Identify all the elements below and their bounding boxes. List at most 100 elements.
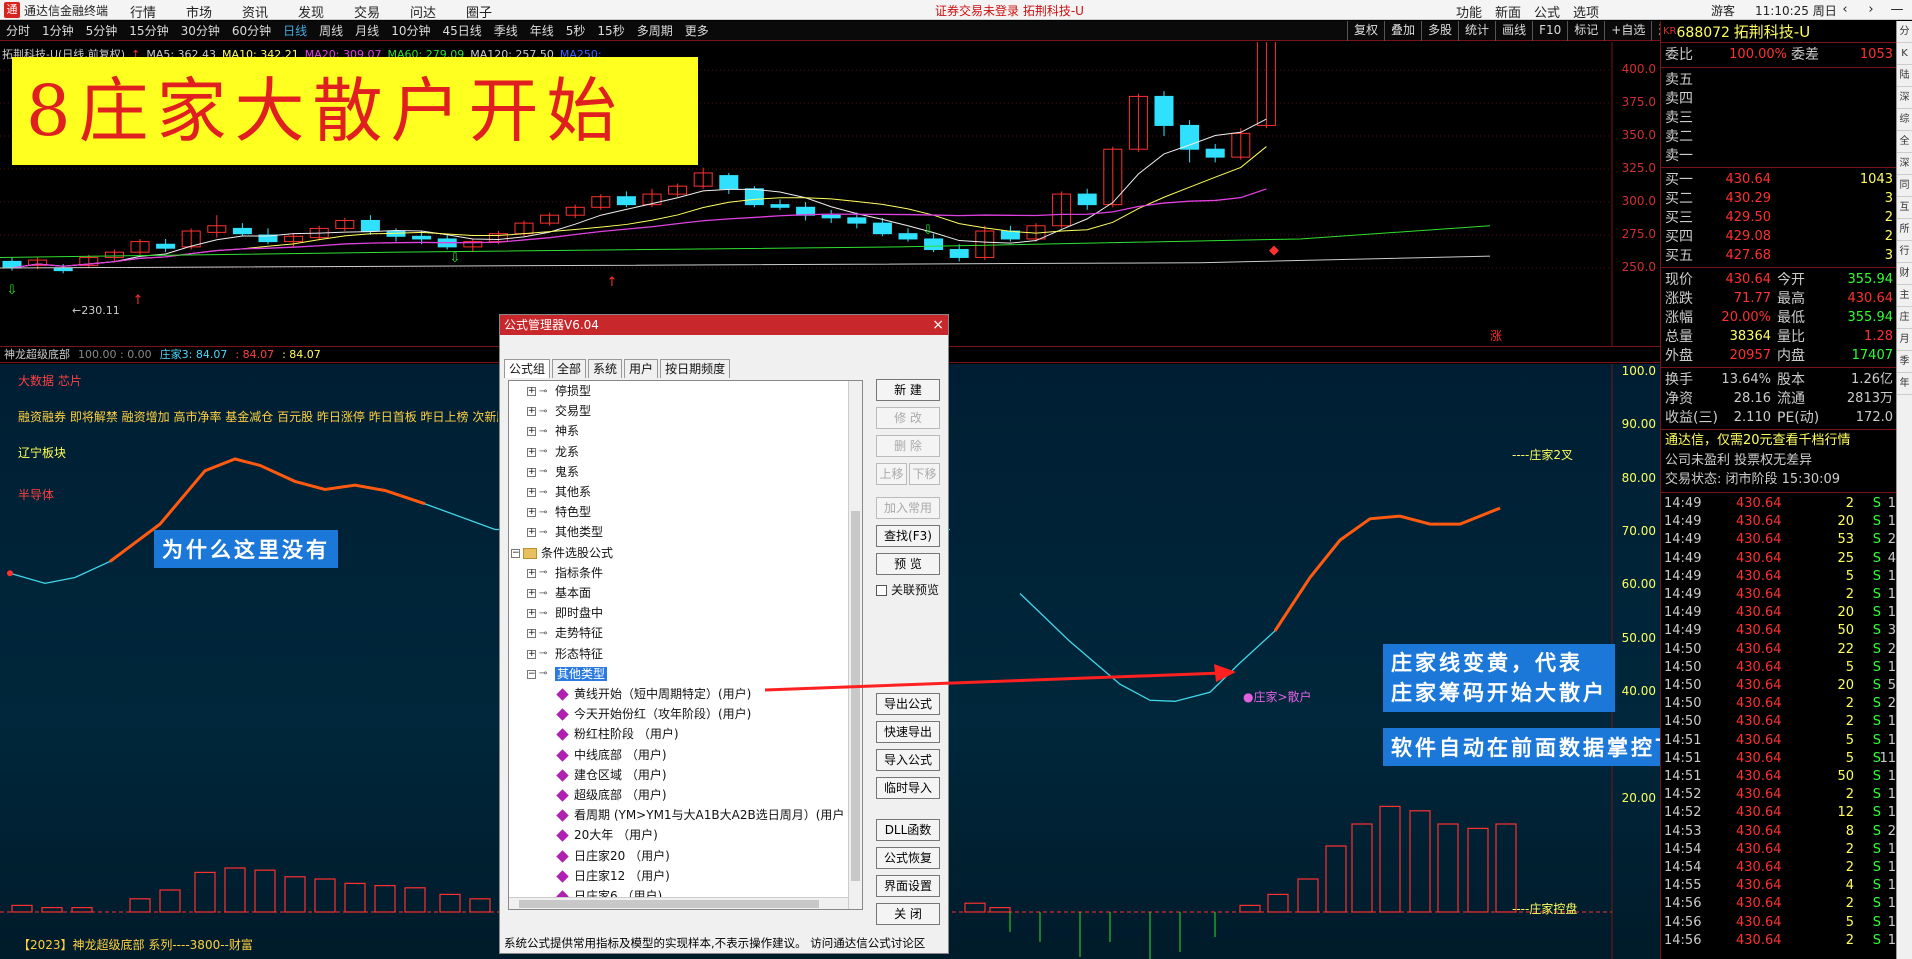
period-tab[interactable]: 45日线 (436, 22, 487, 40)
tree-item[interactable]: + ⊸ 其他类型 (527, 523, 603, 541)
chart-tool-button[interactable]: 统计 (1458, 21, 1495, 41)
dialog-tab[interactable]: 公式组 (504, 359, 551, 378)
sidebar-tab[interactable]: 深 (1897, 87, 1912, 109)
formula-tree[interactable]: + ⊸ 停损型 + ⊸ 交易型 + ⊸ 神系 + ⊸ 龙系 + ⊸ 鬼系 + ⊸ 其他系 + ⊸ 特色型 + ⊸ 其他类型 − 条… (508, 380, 863, 910)
tree-item[interactable]: 黄线开始（短中周期特定）(用户) (556, 685, 751, 703)
menu-item[interactable]: 市场 (186, 2, 242, 21)
tree-item[interactable]: 超级底部 （用户) (556, 786, 667, 804)
sidebar-tab[interactable]: 行 (1897, 241, 1912, 263)
chart-tool-button[interactable]: F10 (1532, 21, 1567, 41)
tree-item[interactable]: + ⊸ 龙系 (527, 443, 579, 461)
period-tab[interactable]: 5分钟 (80, 22, 124, 40)
close-icon[interactable]: × (932, 315, 944, 335)
temp-import-button[interactable]: 临时导入 (876, 777, 940, 799)
chart-tool-button[interactable]: 复权 (1347, 21, 1384, 41)
tree-horizontal-scrollbar[interactable] (509, 897, 848, 909)
period-tab[interactable]: 月线 (349, 22, 385, 40)
move-up-button[interactable]: 上移 (876, 463, 907, 485)
expand-icon[interactable]: + (527, 467, 536, 477)
period-tab[interactable]: 10分钟 (385, 22, 436, 40)
period-tab[interactable]: 周线 (313, 22, 349, 40)
modify-button[interactable]: 修 改 (876, 407, 940, 429)
find-button[interactable]: 查找(F3) (876, 525, 940, 547)
quick-export-button[interactable]: 快速导出 (876, 721, 940, 743)
period-tab[interactable]: 季线 (488, 22, 524, 40)
chart-tool-button[interactable]: 叠加 (1384, 21, 1421, 41)
tree-item[interactable]: + ⊸ 走势特征 (527, 624, 603, 642)
tree-item[interactable]: + ⊸ 其他系 (527, 483, 591, 501)
dialog-tab[interactable]: 用户 (624, 359, 659, 378)
dialog-close-button[interactable]: 关 闭 (876, 903, 940, 925)
new-button[interactable]: 新 建 (876, 379, 940, 401)
add-common-button[interactable]: 加入常用 (876, 497, 940, 519)
chart-tool-button[interactable]: +自选 (1604, 21, 1651, 41)
tree-item[interactable]: + ⊸ 停损型 (527, 382, 591, 400)
period-tab[interactable]: 年线 (524, 22, 560, 40)
promo-link[interactable]: 通达信，仅需20元查看千档行情 (1665, 432, 1851, 450)
tree-item[interactable]: + ⊸ 即时盘中 (527, 604, 603, 622)
tree-item[interactable]: + ⊸ 特色型 (527, 503, 591, 521)
sidebar-tab[interactable]: 互 (1897, 197, 1912, 219)
forward-icon[interactable]: › (1858, 0, 1884, 20)
tree-item[interactable]: + ⊸ 交易型 (527, 402, 591, 420)
chart-tool-button[interactable]: 多股 (1421, 21, 1458, 41)
restore-button[interactable]: 公式恢复 (876, 847, 940, 869)
tree-item[interactable]: 中线底部 （用户) (556, 746, 667, 764)
chart-tool-button[interactable]: 标记 (1567, 21, 1604, 41)
period-tab[interactable]: 更多 (679, 22, 715, 40)
expand-icon[interactable]: + (527, 508, 536, 518)
tree-item[interactable]: 粉红柱阶段 （用户) (556, 725, 679, 743)
preview-button[interactable]: 预 览 (876, 553, 940, 575)
expand-icon[interactable]: + (527, 609, 536, 619)
right-menu-item[interactable]: 新面 (1495, 2, 1521, 21)
sidebar-tab[interactable]: 年 (1897, 373, 1912, 395)
sidebar-tab[interactable]: 月 (1897, 329, 1912, 351)
tree-item[interactable]: 20大年 （用户) (556, 826, 658, 844)
expand-icon[interactable]: + (527, 488, 536, 497)
expand-icon[interactable]: + (527, 427, 536, 437)
period-tab[interactable]: 日线 (277, 22, 313, 40)
menu-item[interactable]: 交易 (354, 2, 410, 21)
expand-icon[interactable]: + (527, 387, 536, 396)
period-tab[interactable]: 5秒 (560, 22, 592, 40)
right-menu-item[interactable]: 功能 (1456, 2, 1482, 21)
expand-icon[interactable]: + (527, 568, 536, 578)
sidebar-tab[interactable]: 主 (1897, 285, 1912, 307)
chart-tool-button[interactable]: 画线 (1495, 21, 1532, 41)
checkbox-box[interactable] (876, 585, 887, 596)
expand-icon[interactable]: + (527, 447, 536, 457)
sidebar-tab[interactable]: 全 (1897, 131, 1912, 153)
tree-item[interactable]: − 条件选股公式 (511, 544, 613, 562)
collapse-icon[interactable]: − (527, 669, 536, 679)
tree-item[interactable]: + ⊸ 形态特征 (527, 645, 603, 663)
tree-item[interactable]: 日庄家20 （用户) (556, 847, 670, 865)
tree-item[interactable]: 日庄家12 （用户) (556, 867, 670, 885)
sidebar-tab[interactable]: 深 (1897, 153, 1912, 175)
right-menu-item[interactable]: 公式 (1534, 2, 1560, 21)
sidebar-tab[interactable]: 庄 (1897, 307, 1912, 329)
tree-item[interactable]: 今天开始份红（攻年阶段）(用户) (556, 705, 751, 723)
expand-icon[interactable]: + (527, 407, 536, 417)
sidebar-tab[interactable]: 季 (1897, 351, 1912, 373)
tree-item[interactable]: + ⊸ 神系 (527, 422, 579, 440)
sidebar-tab[interactable]: 财 (1897, 263, 1912, 285)
sidebar-tab[interactable]: 分 (1897, 21, 1912, 43)
sidebar-tab[interactable]: 综 (1897, 109, 1912, 131)
period-tab[interactable]: 分时 (0, 22, 36, 40)
menu-item[interactable]: 问达 (410, 2, 466, 21)
export-button[interactable]: 导出公式 (876, 693, 940, 715)
right-menu-item[interactable]: 选项 (1573, 2, 1599, 21)
menu-item[interactable]: 资讯 (242, 2, 298, 21)
period-tab[interactable]: 多周期 (631, 22, 679, 40)
tree-item[interactable]: + ⊸ 基本面 (527, 584, 591, 602)
period-tab[interactable]: 15分钟 (123, 22, 174, 40)
period-tab[interactable]: 1分钟 (36, 22, 80, 40)
menu-item[interactable]: 发现 (298, 2, 354, 21)
expand-icon[interactable]: + (527, 649, 536, 659)
sidebar-tab[interactable]: 同 (1897, 175, 1912, 197)
dll-button[interactable]: DLL函数 (876, 819, 940, 841)
user-label[interactable]: 游客 (1711, 2, 1735, 19)
collapse-icon[interactable]: − (511, 548, 520, 558)
ui-settings-button[interactable]: 界面设置 (876, 875, 940, 897)
tree-item[interactable]: + ⊸ 鬼系 (527, 463, 579, 481)
